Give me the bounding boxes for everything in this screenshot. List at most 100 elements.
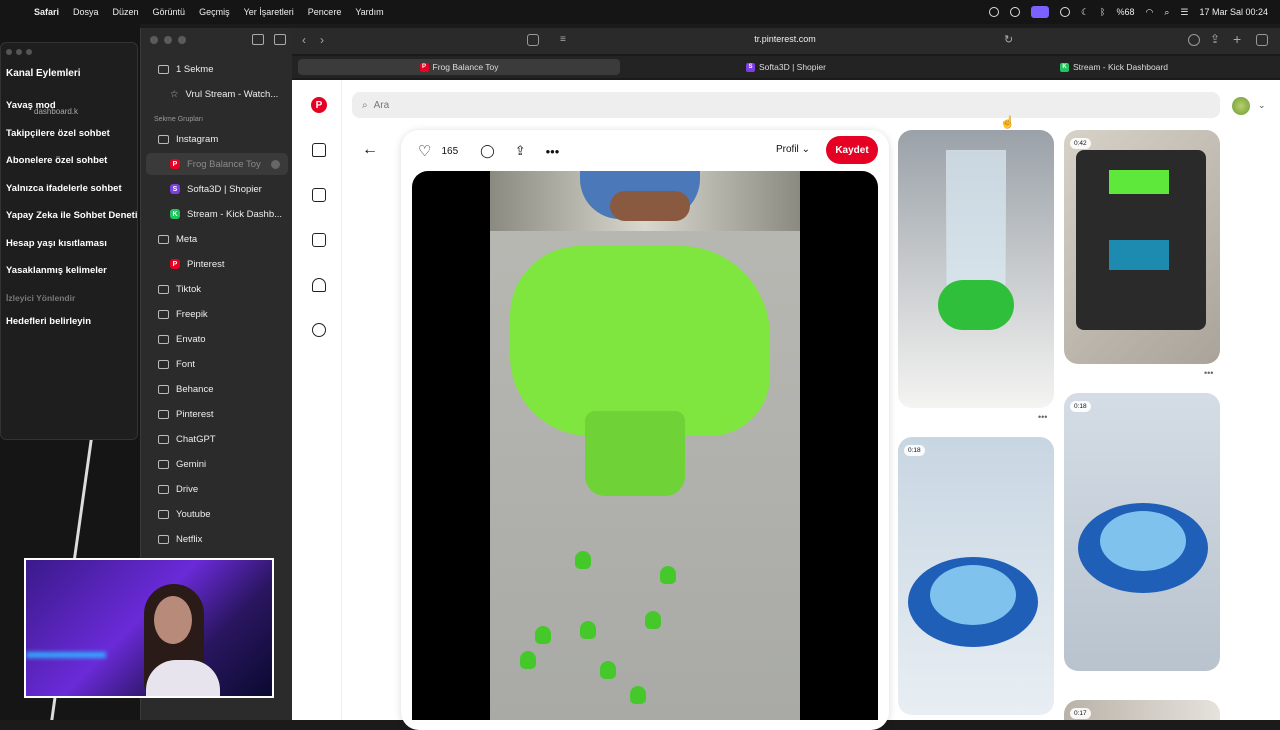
close-tab-icon[interactable] — [271, 159, 280, 169]
zoom-button-icon[interactable] — [178, 36, 186, 44]
related-pin[interactable] — [898, 130, 1054, 408]
related-pin[interactable]: 0:42 — [1064, 130, 1220, 364]
clock[interactable]: 17 Mar Sal 00:24 — [1199, 7, 1268, 17]
sidebar-group-item[interactable]: Netflix — [146, 528, 288, 550]
close-dot-icon[interactable] — [6, 49, 12, 55]
more-icon[interactable]: ••• — [1038, 412, 1047, 422]
save-button[interactable]: Kaydet — [826, 136, 878, 164]
menu-item[interactable]: Yardım — [355, 7, 383, 17]
sidebar-group-item[interactable]: Meta — [146, 228, 288, 250]
comment-icon[interactable]: ◯ — [480, 143, 495, 159]
menu-app[interactable]: Safari — [34, 7, 59, 17]
favicon-icon: P — [170, 259, 180, 269]
chevron-down-icon[interactable]: ⌄ — [1258, 100, 1266, 111]
related-pin[interactable]: 0:18 — [898, 437, 1054, 715]
search-icon[interactable]: ⌕ — [1164, 7, 1169, 18]
reader-icon[interactable] — [527, 34, 539, 46]
sidebar-group-item[interactable]: Envato — [146, 328, 288, 350]
menu-item[interactable]: Dosya — [73, 7, 99, 17]
tab-overview-icon[interactable] — [1256, 34, 1268, 46]
channel-action[interactable]: Yasaklanmış kelimeler — [6, 265, 138, 293]
menu-item[interactable]: Pencere — [308, 7, 342, 17]
explore-icon[interactable] — [312, 188, 326, 202]
sidebar-group-item[interactable]: Instagram — [146, 128, 288, 150]
create-icon[interactable] — [312, 233, 326, 247]
new-tab-icon[interactable]: + — [1233, 31, 1241, 47]
minimize-button-icon[interactable] — [164, 36, 172, 44]
sidebar-group-item[interactable]: Behance — [146, 378, 288, 400]
related-pin[interactable]: 0:18 — [1064, 393, 1220, 671]
profile-label: Profil — [776, 144, 799, 155]
kick-favicon-icon: K — [1060, 62, 1070, 72]
video-duration-badge: 0:18 — [904, 445, 925, 456]
sidebar-group-item[interactable]: Font — [146, 353, 288, 375]
sidebar-toggle-icon[interactable] — [274, 34, 286, 45]
avatar[interactable] — [1232, 97, 1250, 115]
menu-item[interactable]: Yer İşaretleri — [244, 7, 294, 17]
sidebar-tab-item[interactable]: P Pinterest — [146, 253, 288, 275]
channel-action[interactable]: Takipçilere özel sohbet — [6, 128, 138, 156]
home-icon[interactable] — [312, 143, 326, 157]
channel-action[interactable]: Yalnızca ifadelerle sohbet — [6, 183, 138, 211]
pinterest-logo-icon[interactable]: P — [311, 97, 327, 113]
reload-icon[interactable]: ↻ — [1004, 33, 1013, 46]
channel-action[interactable]: Abonelere özel sohbet — [6, 155, 138, 183]
forward-button[interactable]: › — [320, 33, 324, 47]
sidebar-group-item[interactable]: Tiktok — [146, 278, 288, 300]
heart-icon[interactable]: ♡ — [418, 142, 431, 160]
profile-dropdown[interactable]: Profil ⌄ — [776, 144, 810, 155]
menu-item[interactable]: Geçmiş — [199, 7, 230, 17]
sidebar-tabs-count[interactable]: 1 Sekme — [146, 58, 288, 80]
screen-record-icon[interactable] — [1030, 6, 1049, 18]
tab-kick-dashboard[interactable]: K Stream - Kick Dashboard — [952, 59, 1276, 75]
bluetooth-icon[interactable]: ᛒ — [1100, 7, 1105, 17]
battery-label[interactable]: %68 — [1116, 7, 1134, 17]
sidebar-group-item[interactable]: Drive — [146, 478, 288, 500]
status-icon[interactable] — [1059, 7, 1070, 17]
status-icon[interactable] — [1009, 7, 1020, 17]
control-center-icon[interactable]: ☰ — [1180, 7, 1188, 18]
messages-icon[interactable] — [312, 323, 326, 337]
sidebar-pinned-tab[interactable]: ☆ Vrul Stream - Watch... — [146, 83, 288, 105]
zoom-dot-icon[interactable] — [26, 49, 32, 55]
more-icon[interactable]: ••• — [546, 144, 560, 159]
sidebar-group-item[interactable]: ChatGPT — [146, 428, 288, 450]
tab-group-icon — [158, 409, 169, 419]
page-menu-icon[interactable]: ≡ — [560, 34, 566, 45]
status-icon[interactable] — [988, 7, 999, 17]
tab-frog-balance[interactable]: P Frog Balance Toy — [298, 59, 620, 75]
tab-group-icon — [158, 484, 169, 494]
menu-item[interactable]: Görüntü — [153, 7, 186, 17]
tab-shopier[interactable]: S Softa3D | Shopier — [624, 59, 948, 75]
sidebar-tab-item[interactable]: P Frog Balance Toy — [146, 153, 288, 175]
pin-video[interactable] — [412, 171, 878, 720]
search-input[interactable]: Ara — [374, 100, 390, 111]
related-pin[interactable]: 0:17 — [1064, 700, 1220, 720]
back-button[interactable]: ‹ — [302, 33, 306, 47]
sidebar-tab-item[interactable]: S Softa3D | Shopier — [146, 178, 288, 200]
address-bar[interactable]: tr.pinterest.com — [740, 34, 830, 48]
sidebar-tab-item[interactable]: K Stream - Kick Dashb... — [146, 203, 288, 225]
channel-action[interactable]: Hesap yaşı kısıtlaması — [6, 238, 138, 266]
tab-group-icon — [158, 309, 169, 319]
notifications-icon[interactable] — [312, 278, 326, 292]
channel-action[interactable]: Yapay Zeka ile Sohbet Denetimi — [6, 210, 138, 238]
close-button-icon[interactable] — [150, 36, 158, 44]
channel-action[interactable]: Yavaş mod — [6, 100, 138, 128]
download-icon[interactable] — [1188, 34, 1200, 46]
search-bar[interactable]: ⌕ Ara — [352, 92, 1220, 118]
share-toolbar-icon[interactable]: ⇪ — [1210, 32, 1220, 46]
sidebar-group-item[interactable]: Youtube — [146, 503, 288, 525]
sidebar-group-item[interactable]: Gemini — [146, 453, 288, 475]
minimize-dot-icon[interactable] — [16, 49, 22, 55]
tab-overview-icon[interactable] — [252, 34, 264, 45]
share-icon[interactable]: ⇪ — [515, 143, 526, 159]
back-arrow-icon[interactable]: ← — [362, 141, 378, 159]
sidebar-group-item[interactable]: Freepik — [146, 303, 288, 325]
sidebar-group-item[interactable]: Pinterest — [146, 403, 288, 425]
menu-item[interactable]: Düzen — [113, 7, 139, 17]
wifi-icon[interactable]: ◠ — [1145, 7, 1153, 18]
channel-action[interactable]: Hedefleri belirleyin — [6, 316, 138, 344]
moon-icon[interactable]: ☾ — [1081, 7, 1089, 18]
more-icon[interactable]: ••• — [1204, 368, 1213, 378]
